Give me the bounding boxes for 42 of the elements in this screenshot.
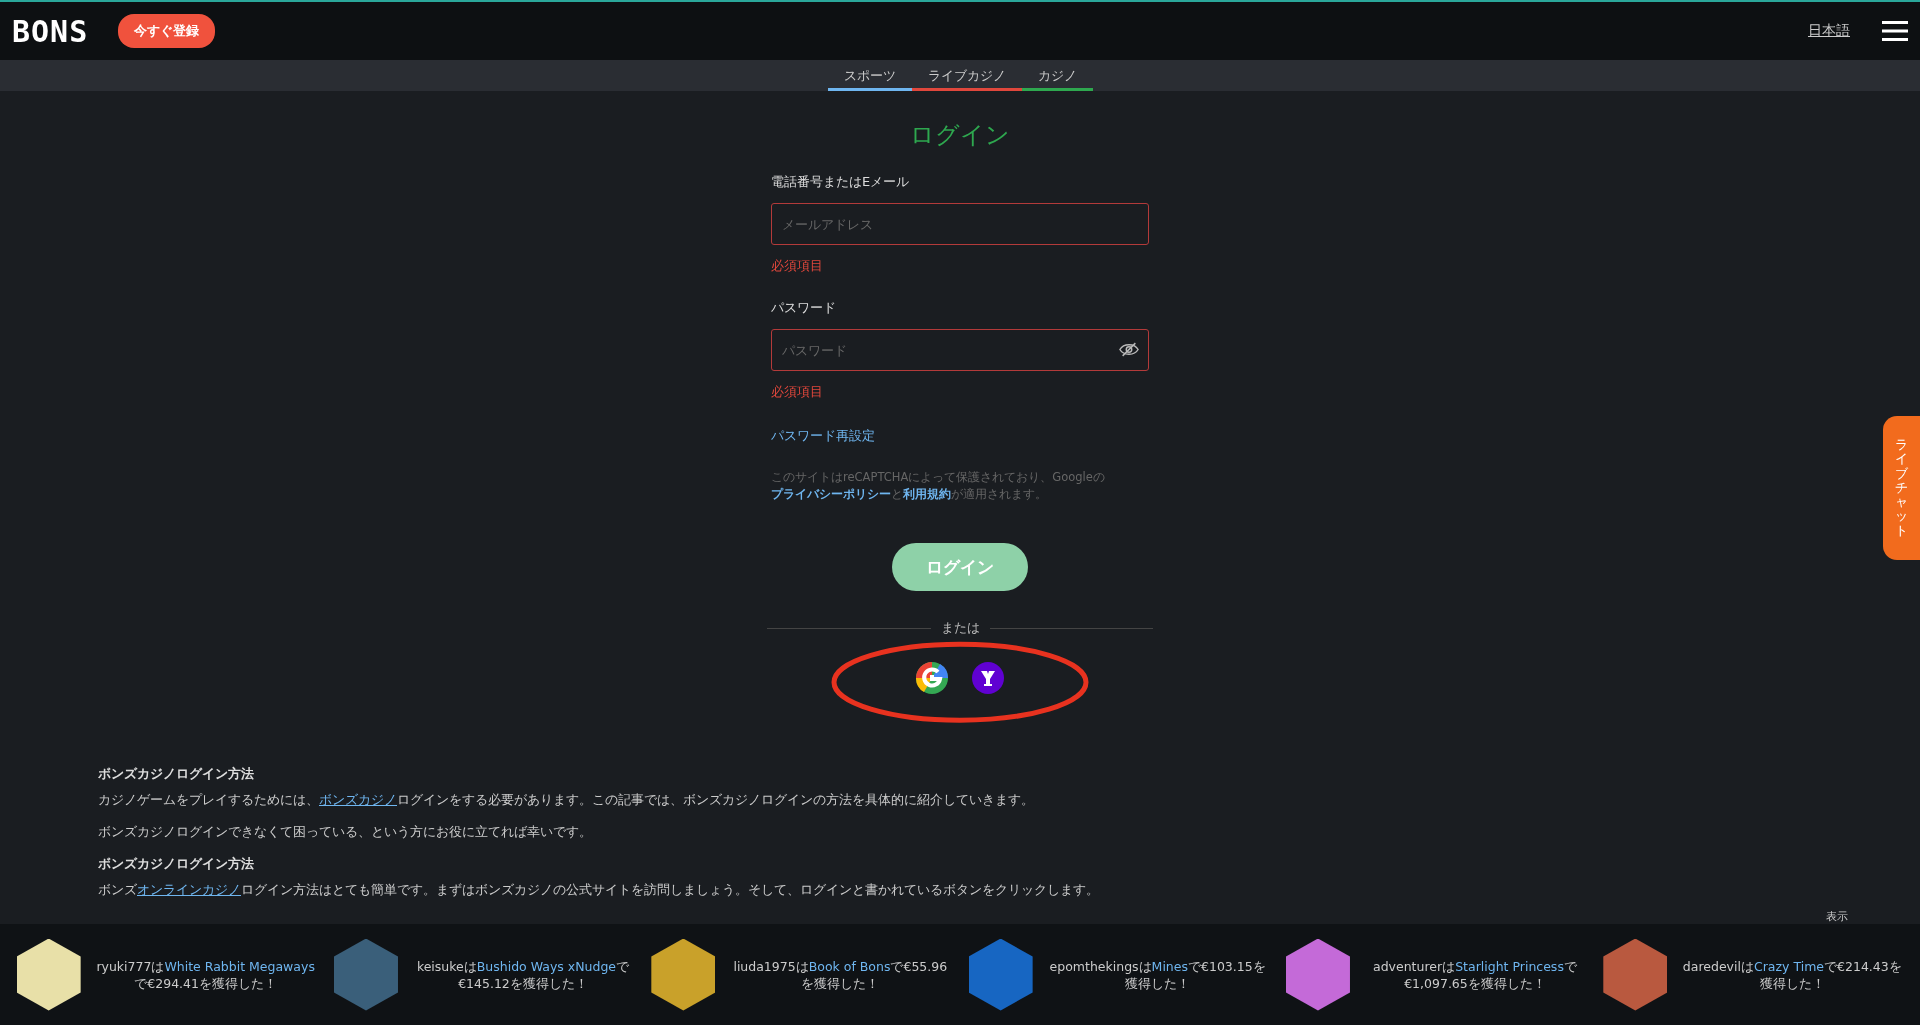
article-paragraph: ボンズカジノログインできなくて困っている、という方にお役に立てれば幸いです。: [98, 823, 593, 841]
game-link[interactable]: Bushido Ways xNudge: [476, 958, 617, 974]
eye-slash-icon[interactable]: [1119, 342, 1139, 357]
site-logo[interactable]: BONS: [12, 13, 89, 49]
error-message: 必須項目: [771, 383, 824, 401]
winner-message: liuda1975はBook of Bonsで€55.96を獲得した！: [732, 957, 949, 992]
divider-text: または: [940, 619, 980, 637]
nav-tab[interactable]: ライブカジノ: [911, 67, 1022, 91]
winner-message: adventurerはStarlight Princessで€1,097.65を獲得した！: [1372, 957, 1578, 992]
signup-button[interactable]: 今すぐ登録: [118, 14, 216, 48]
winner-message: epomthekingsはMinesで€103.15を獲得した！: [1048, 957, 1267, 992]
error-message: 必須項目: [771, 257, 824, 275]
game-link[interactable]: Crazy Time: [1753, 958, 1825, 974]
winner-message: ryuki777はWhite Rabbit Megaways で€294.41を獲得した！: [95, 957, 316, 992]
nav-tab[interactable]: スポーツ: [827, 67, 912, 91]
email-field[interactable]: メールアドレス: [771, 203, 1149, 245]
game-link[interactable]: Mines: [1151, 958, 1188, 974]
game-link[interactable]: Book of Bons: [808, 958, 891, 974]
password-field[interactable]: パスワード: [771, 329, 1149, 371]
policy-link[interactable]: 利用規約: [903, 487, 951, 501]
menu-icon[interactable]: [1882, 21, 1908, 41]
yahoo-icon[interactable]: [972, 662, 1004, 694]
winner-message: daredevilはCrazy Timeで€214.43を獲得した！: [1681, 957, 1903, 992]
game-link[interactable]: White Rabbit Megaways: [164, 958, 315, 974]
article-heading: ボンズカジノログイン方法: [98, 765, 255, 783]
policy-link[interactable]: プライバシーポリシー: [771, 487, 891, 501]
field-label: 電話番号またはEメール: [771, 173, 911, 191]
recaptcha-note: このサイトはreCAPTCHAによって保護されており、Googleの プライバシーポリシー と利用規約が適用されます。: [771, 469, 1106, 503]
google-icon[interactable]: [916, 662, 948, 694]
article-link[interactable]: オンラインカジノ: [137, 882, 241, 897]
article-paragraph: ボンズオンラインカジノ ログイン方法はとても簡単です。まずはボンズカジノの公式サイトを訪問しましょう。そして、ログインと書かれているボタンをクリックします。: [98, 881, 1100, 899]
nav-tab[interactable]: カジノ: [1021, 67, 1093, 91]
reset-password-link[interactable]: パスワード再設定: [771, 427, 1149, 445]
winner-message: keisukeはBushido Ways xNudgeで€145.12を獲得した！: [415, 957, 631, 992]
login-title: ログイン: [909, 120, 1011, 151]
game-link[interactable]: Starlight Princess: [1455, 958, 1564, 974]
language-link[interactable]: 日本語: [1808, 22, 1850, 40]
article-paragraph: カジノゲームをプレイするためには、ボンズカジノ ログインをする必要があります。この記事では、ボンズカジノログインの方法を具体的に紹介していきます。: [98, 791, 1035, 809]
show-label: 表示: [1826, 909, 1848, 924]
field-label: パスワード: [771, 299, 837, 317]
article-link[interactable]: ボンズカジノ: [319, 792, 397, 807]
article-heading: ボンズカジノログイン方法: [98, 855, 255, 873]
